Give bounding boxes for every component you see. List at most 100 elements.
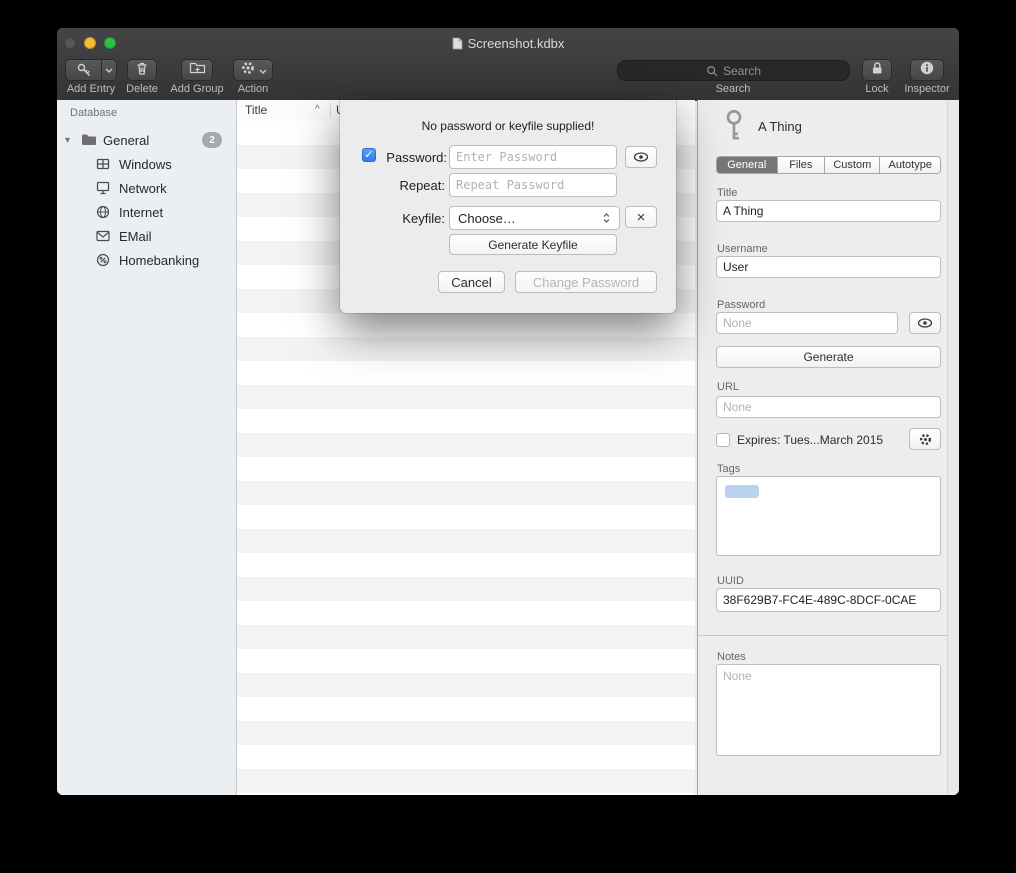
username-label: Username xyxy=(717,243,768,255)
title-label: Title xyxy=(717,187,737,199)
inspector-label: Inspector xyxy=(904,83,949,95)
sidebar-item-label: Homebanking xyxy=(119,253,199,268)
trash-icon xyxy=(134,60,150,81)
add-group-button[interactable] xyxy=(181,59,213,81)
notes-label: Notes xyxy=(717,651,746,663)
eye-icon xyxy=(917,317,933,329)
count-badge: 2 xyxy=(202,132,222,148)
stepper-arrows-icon xyxy=(602,212,611,224)
sidebar-section-header: Database xyxy=(70,107,117,119)
window-title: Screenshot.kdbx xyxy=(468,36,565,51)
sidebar-item-windows[interactable]: Windows xyxy=(57,152,235,176)
expires-checkbox[interactable] xyxy=(716,433,730,447)
entry-key-icon xyxy=(723,108,745,147)
password-label: Password: xyxy=(380,150,447,165)
password-checkbox[interactable]: ✓ xyxy=(362,148,376,162)
folder-plus-icon xyxy=(189,60,206,80)
sidebar-item-network[interactable]: Network xyxy=(57,176,235,200)
column-header-title[interactable]: Title xyxy=(245,103,267,117)
disclosure-triangle-icon[interactable]: ▾ xyxy=(65,135,79,146)
lock-button[interactable] xyxy=(862,59,892,81)
sidebar-group-label: General xyxy=(103,133,149,148)
notes-field[interactable] xyxy=(716,664,941,756)
chevron-down-icon[interactable] xyxy=(101,60,116,80)
tab-general[interactable]: General xyxy=(717,157,778,173)
show-password-button[interactable] xyxy=(625,146,657,168)
search-label: Search xyxy=(716,83,751,95)
document-icon xyxy=(452,37,463,50)
expires-settings-button[interactable] xyxy=(909,428,941,450)
coin-icon xyxy=(95,252,111,268)
generate-keyfile-button[interactable]: Generate Keyfile xyxy=(449,234,617,255)
scrollbar-track[interactable] xyxy=(947,100,959,795)
column-divider[interactable] xyxy=(330,103,331,118)
title-field[interactable] xyxy=(716,200,941,222)
window-title-wrap: Screenshot.kdbx xyxy=(57,36,959,51)
gear-icon xyxy=(240,60,256,81)
add-group-label: Add Group xyxy=(170,83,223,95)
inspector-tabs: General Files Custom Autotype xyxy=(716,156,941,174)
sidebar-group-general[interactable]: ▾ General 2 xyxy=(57,128,235,152)
keyfile-dropdown[interactable]: Choose… xyxy=(449,206,620,230)
action-label: Action xyxy=(238,83,269,95)
cancel-button[interactable]: Cancel xyxy=(438,271,505,293)
folder-icon xyxy=(81,133,97,147)
info-icon xyxy=(919,60,935,81)
sort-indicator-icon: ^ xyxy=(315,104,320,115)
action-button[interactable] xyxy=(233,59,273,81)
sidebar-item-email[interactable]: EMail xyxy=(57,224,235,248)
clear-keyfile-button[interactable]: × xyxy=(625,206,657,228)
repeat-password-input[interactable] xyxy=(449,173,617,197)
lock-label: Lock xyxy=(865,83,888,95)
sidebar-item-label: EMail xyxy=(119,229,152,244)
search-icon xyxy=(706,65,718,77)
tab-files[interactable]: Files xyxy=(778,157,826,173)
change-password-button[interactable]: Change Password xyxy=(515,271,657,293)
envelope-icon xyxy=(95,228,111,244)
keyfile-dropdown-value: Choose… xyxy=(458,211,516,226)
uuid-label: UUID xyxy=(717,575,744,587)
password-field[interactable] xyxy=(716,312,898,334)
generate-password-button[interactable]: Generate xyxy=(716,346,941,368)
show-password-button[interactable] xyxy=(909,312,941,334)
repeat-label: Repeat: xyxy=(378,178,445,193)
password-input[interactable] xyxy=(449,145,617,169)
window-content: Database ▾ General 2 Windows Networ xyxy=(57,100,959,795)
tags-label: Tags xyxy=(717,463,740,475)
search-placeholder: Search xyxy=(723,64,761,78)
sidebar-item-internet[interactable]: Internet xyxy=(57,200,235,224)
keyfile-label: Keyfile: xyxy=(378,211,445,226)
lock-icon xyxy=(869,60,885,81)
tag-chip[interactable] xyxy=(725,485,759,498)
delete-button[interactable] xyxy=(127,59,157,81)
username-field[interactable] xyxy=(716,256,941,278)
sidebar-item-label: Windows xyxy=(119,157,172,172)
section-divider xyxy=(698,635,959,636)
entry-title: A Thing xyxy=(758,119,802,134)
tab-custom[interactable]: Custom xyxy=(825,157,880,173)
network-icon xyxy=(95,180,111,196)
titlebar-toolbar: Screenshot.kdbx Add Entry Delete Add Gro… xyxy=(57,28,959,101)
search-input[interactable]: Search xyxy=(617,60,850,81)
url-field[interactable] xyxy=(716,396,941,418)
tags-field[interactable] xyxy=(716,476,941,556)
inspector-button[interactable] xyxy=(910,59,944,81)
inspector-panel: A Thing General Files Custom Autotype Ti… xyxy=(697,100,959,795)
gear-icon xyxy=(918,432,933,447)
app-window: Screenshot.kdbx Add Entry Delete Add Gro… xyxy=(57,28,959,795)
uuid-field[interactable] xyxy=(716,588,941,612)
eye-icon xyxy=(633,151,649,163)
key-icon xyxy=(66,60,101,80)
sidebar-item-label: Internet xyxy=(119,205,163,220)
sidebar: Database ▾ General 2 Windows Networ xyxy=(57,100,237,795)
password-label: Password xyxy=(717,299,765,311)
tab-autotype[interactable]: Autotype xyxy=(880,157,940,173)
sidebar-item-homebanking[interactable]: Homebanking xyxy=(57,248,235,272)
delete-label: Delete xyxy=(126,83,158,95)
chevron-down-icon xyxy=(259,61,267,79)
add-entry-button[interactable] xyxy=(65,59,117,81)
url-label: URL xyxy=(717,381,739,393)
add-entry-label: Add Entry xyxy=(67,83,115,95)
sidebar-item-label: Network xyxy=(119,181,167,196)
windows-icon xyxy=(95,156,111,172)
